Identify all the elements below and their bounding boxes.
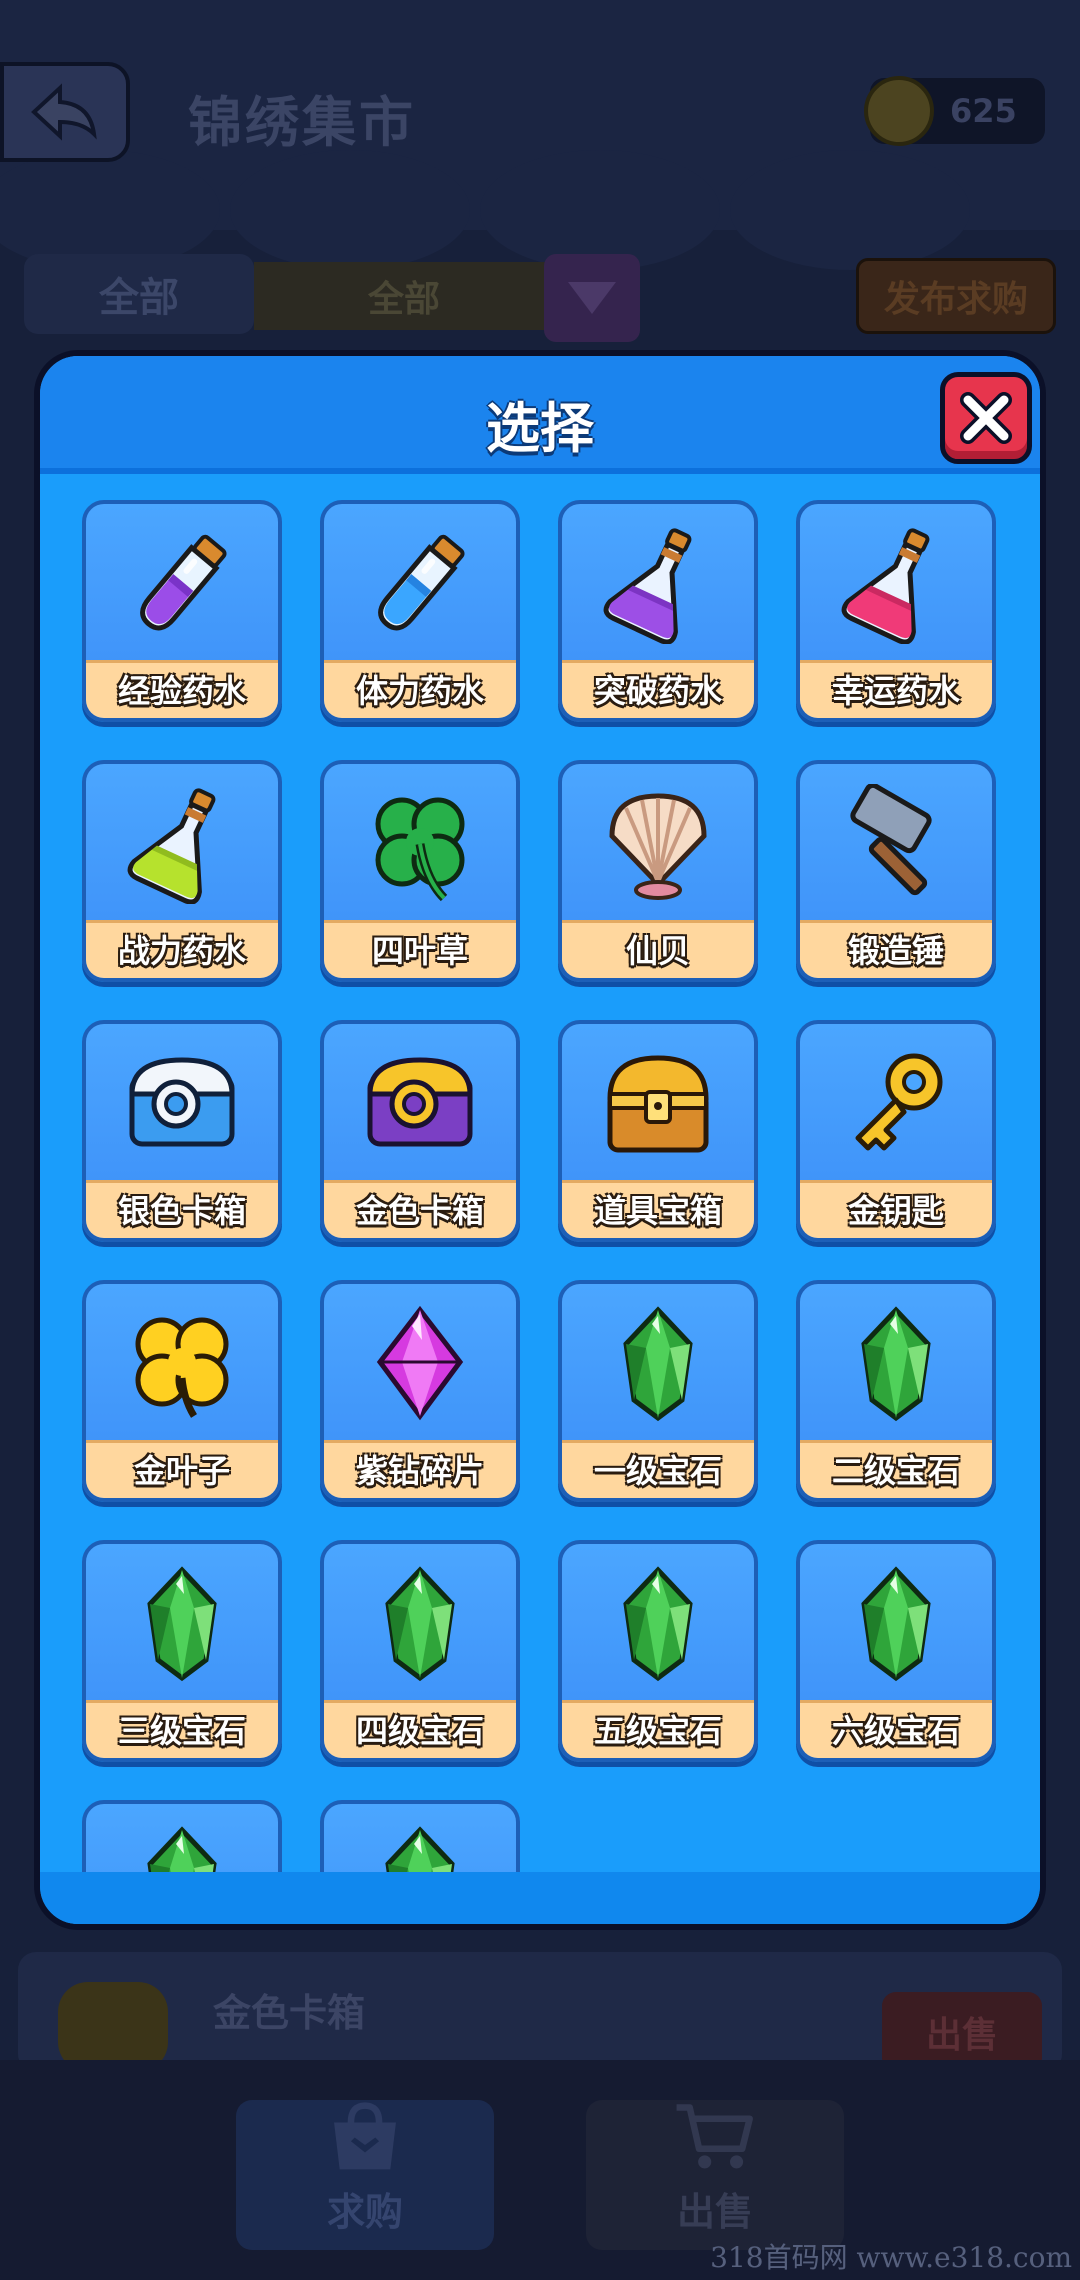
nav-sell-label: 出售 bbox=[676, 2190, 753, 2234]
item-tile[interactable]: 三级宝石 bbox=[82, 1540, 282, 1762]
item-label: 三级宝石 bbox=[86, 1700, 278, 1758]
green-flask-icon bbox=[86, 764, 278, 924]
silver-card-box-icon bbox=[86, 1024, 278, 1184]
item-grid: 经验药水 体力药水 突破药水 幸运药水 战力药水 四叶草 仙贝 锻造锤 银色卡箱… bbox=[82, 500, 1012, 1880]
item-tile[interactable]: 六级宝石 bbox=[796, 1540, 996, 1762]
dialog-header: 选择 bbox=[40, 356, 1040, 474]
gold-card-box-icon bbox=[58, 1982, 168, 2072]
item-tile[interactable] bbox=[82, 1800, 282, 1880]
back-button[interactable] bbox=[0, 62, 130, 162]
close-icon bbox=[960, 392, 1012, 444]
listing-row: 金色卡箱 出售 bbox=[18, 1952, 1062, 2072]
green-gem-icon bbox=[562, 1544, 754, 1704]
item-tile[interactable]: 四叶草 bbox=[320, 760, 520, 982]
nav-buy-button[interactable]: 求购 bbox=[236, 2100, 494, 2250]
item-tile[interactable]: 银色卡箱 bbox=[82, 1020, 282, 1242]
dropdown-button[interactable] bbox=[544, 254, 640, 342]
green-gem-ornate-icon bbox=[324, 1804, 516, 1880]
item-label: 四级宝石 bbox=[324, 1700, 516, 1758]
item-tile[interactable]: 锻造锤 bbox=[796, 760, 996, 982]
item-label: 五级宝石 bbox=[562, 1700, 754, 1758]
item-tile[interactable]: 突破药水 bbox=[558, 500, 758, 722]
subcategory-select[interactable]: 全部 bbox=[254, 262, 554, 330]
purple-potion-tube-icon bbox=[86, 504, 278, 664]
gold-leaf-icon bbox=[86, 1284, 278, 1444]
item-label: 锻造锤 bbox=[800, 920, 992, 978]
gold-key-icon bbox=[800, 1024, 992, 1184]
green-gem-icon bbox=[800, 1544, 992, 1704]
green-gem-icon bbox=[562, 1284, 754, 1444]
item-tile[interactable]: 仙贝 bbox=[558, 760, 758, 982]
filter-row: 全部 全部 发布求购 bbox=[24, 254, 1056, 342]
coin-icon bbox=[864, 76, 934, 146]
back-arrow-icon bbox=[31, 83, 97, 141]
nav-sell-button[interactable]: 出售 bbox=[586, 2100, 844, 2250]
item-label: 战力药水 bbox=[86, 920, 278, 978]
item-label: 金叶子 bbox=[86, 1440, 278, 1498]
item-label: 金钥匙 bbox=[800, 1180, 992, 1238]
dialog-title: 选择 bbox=[486, 397, 594, 460]
item-label: 金色卡箱 bbox=[324, 1180, 516, 1238]
item-tile[interactable]: 金钥匙 bbox=[796, 1020, 996, 1242]
green-gem-icon bbox=[324, 1544, 516, 1704]
green-gem-icon bbox=[86, 1544, 278, 1704]
four-leaf-clover-icon bbox=[324, 764, 516, 924]
item-tile[interactable]: 道具宝箱 bbox=[558, 1020, 758, 1242]
item-tile[interactable]: 一级宝石 bbox=[558, 1280, 758, 1502]
shopping-cart-icon bbox=[676, 2104, 753, 2169]
item-label: 仙贝 bbox=[562, 920, 754, 978]
item-tile[interactable]: 二级宝石 bbox=[796, 1280, 996, 1502]
close-button[interactable] bbox=[940, 372, 1032, 464]
item-tile[interactable]: 金色卡箱 bbox=[320, 1020, 520, 1242]
item-tile[interactable]: 四级宝石 bbox=[320, 1540, 520, 1762]
green-gem-icon bbox=[800, 1284, 992, 1444]
shopping-bag-icon bbox=[334, 2102, 396, 2170]
item-label: 幸运药水 bbox=[800, 660, 992, 718]
green-gem-icon bbox=[86, 1804, 278, 1880]
item-tile[interactable]: 体力药水 bbox=[320, 500, 520, 722]
treasure-chest-icon bbox=[562, 1024, 754, 1184]
item-tile[interactable]: 幸运药水 bbox=[796, 500, 996, 722]
chevron-down-icon bbox=[568, 282, 616, 314]
post-request-button[interactable]: 发布求购 bbox=[856, 258, 1056, 334]
item-label: 银色卡箱 bbox=[86, 1180, 278, 1238]
dialog-footer bbox=[40, 1872, 1040, 1924]
category-filter[interactable]: 全部 bbox=[24, 254, 254, 334]
hammer-icon bbox=[800, 764, 992, 924]
item-label: 紫钻碎片 bbox=[324, 1440, 516, 1498]
purple-diamond-icon bbox=[324, 1284, 516, 1444]
item-label: 突破药水 bbox=[562, 660, 754, 718]
coin-count: 625 bbox=[950, 92, 1017, 130]
item-label: 经验药水 bbox=[86, 660, 278, 718]
nav-buy-label: 求购 bbox=[326, 2190, 403, 2234]
pink-flask-icon bbox=[800, 504, 992, 664]
coin-balance: 625 bbox=[864, 76, 1045, 146]
watermark: 318首码网 www.e318.com bbox=[710, 2241, 1072, 2274]
item-tile[interactable]: 战力药水 bbox=[82, 760, 282, 982]
item-label: 二级宝石 bbox=[800, 1440, 992, 1498]
listing-name: 金色卡箱 bbox=[213, 1991, 366, 2035]
blue-potion-tube-icon bbox=[324, 504, 516, 664]
item-tile[interactable]: 金叶子 bbox=[82, 1280, 282, 1502]
item-label: 体力药水 bbox=[324, 660, 516, 718]
purple-flask-icon bbox=[562, 504, 754, 664]
item-label: 一级宝石 bbox=[562, 1440, 754, 1498]
select-item-dialog: 选择 经验药水 体力药水 突破药水 幸运药水 战力药水 四叶草 仙贝 锻造锤 银… bbox=[34, 350, 1046, 1930]
gold-card-box-icon bbox=[324, 1024, 516, 1184]
page-title: 锦绣集市 bbox=[188, 91, 416, 154]
item-tile[interactable]: 经验药水 bbox=[82, 500, 282, 722]
item-label: 四叶草 bbox=[324, 920, 516, 978]
seashell-icon bbox=[562, 764, 754, 924]
item-tile[interactable] bbox=[320, 1800, 520, 1880]
item-label: 道具宝箱 bbox=[562, 1180, 754, 1238]
item-label: 六级宝石 bbox=[800, 1700, 992, 1758]
item-tile[interactable]: 紫钻碎片 bbox=[320, 1280, 520, 1502]
item-tile[interactable]: 五级宝石 bbox=[558, 1540, 758, 1762]
